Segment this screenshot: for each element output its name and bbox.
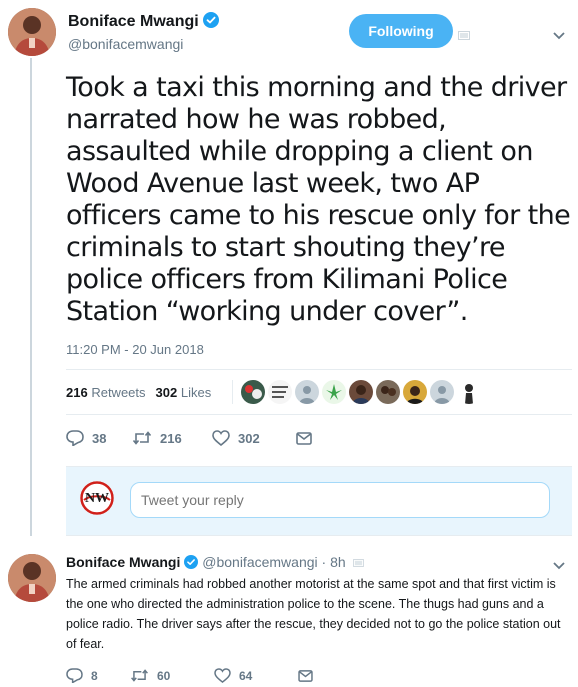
liker-avatar[interactable] [241, 380, 265, 404]
likes-stat[interactable]: 302 Likes [156, 385, 212, 400]
caret-icon [352, 554, 364, 570]
reply-author-avatar[interactable] [8, 554, 56, 602]
message-icon [296, 431, 312, 445]
retweet-icon [132, 431, 152, 445]
liker-avatar[interactable] [403, 380, 427, 404]
likes-count: 302 [155, 385, 178, 400]
chevron-down-icon[interactable] [552, 28, 566, 40]
liker-avatar[interactable] [322, 380, 346, 404]
divider [66, 414, 572, 415]
retweet-count: 60 [157, 668, 171, 683]
liker-avatar[interactable] [457, 380, 481, 404]
tweet-actions: 38 216 302 [66, 430, 312, 446]
reply-input[interactable] [130, 482, 550, 518]
retweets-count: 216 [66, 385, 88, 400]
reply-tweet-header: Boniface Mwangi @bonifacemwangi · 8h [66, 554, 364, 572]
divider [66, 369, 572, 370]
reply-composer: NW [66, 466, 572, 536]
retweets-label: Retweets [91, 385, 146, 400]
retweets-stat[interactable]: 216 Retweets [66, 385, 146, 400]
reply-tweet-time[interactable]: 8h [330, 554, 346, 570]
reply-count: 38 [92, 430, 107, 446]
caret-icon [458, 27, 470, 40]
reply-tweet-actions: 8 60 64 [66, 668, 313, 683]
reply-author-handle[interactable]: @bonifacemwangi [202, 554, 317, 570]
tweet-timestamp[interactable]: 11:20 PM - 20 Jun 2018 [66, 342, 204, 357]
tweet-text: Took a taxi this morning and the driver … [66, 72, 571, 327]
liker-avatar[interactable] [295, 380, 319, 404]
liker-avatars [241, 380, 481, 404]
following-button[interactable]: Following [349, 14, 453, 48]
author-name[interactable]: Boniface Mwangi [68, 12, 219, 33]
liker-avatar[interactable] [349, 380, 373, 404]
chevron-down-icon[interactable] [552, 558, 566, 570]
separator: · [321, 554, 327, 570]
author-handle[interactable]: @bonifacemwangi [68, 36, 183, 52]
reply-action[interactable]: 38 [66, 430, 132, 446]
reply-action[interactable]: 8 [66, 668, 130, 683]
verified-badge-icon [184, 555, 199, 572]
likes-label: Likes [180, 385, 212, 400]
reply-tweet-text: The armed criminals had robbed another m… [66, 577, 561, 651]
retweet-count: 216 [160, 430, 182, 446]
reply-icon [66, 668, 83, 683]
like-icon [214, 668, 231, 683]
liker-avatar[interactable] [268, 380, 292, 404]
reply-count: 8 [91, 668, 98, 683]
like-action[interactable]: 64 [214, 668, 298, 683]
direct-message-action[interactable] [298, 669, 313, 682]
like-count: 302 [238, 430, 260, 446]
like-action[interactable]: 302 [212, 430, 296, 446]
divider [232, 380, 233, 404]
like-count: 64 [239, 668, 253, 683]
thread-line [30, 58, 32, 536]
reply-author-name[interactable]: Boniface Mwangi [66, 554, 180, 570]
message-icon [298, 669, 313, 682]
liker-avatar[interactable] [376, 380, 400, 404]
svg-text:NW: NW [85, 491, 109, 506]
verified-badge-icon [202, 12, 219, 33]
retweet-icon [131, 669, 148, 682]
author-avatar[interactable] [8, 8, 56, 56]
retweet-action[interactable]: 60 [130, 669, 214, 683]
retweet-action[interactable]: 216 [132, 431, 212, 446]
direct-message-action[interactable] [296, 431, 312, 445]
liker-avatar[interactable] [430, 380, 454, 404]
reply-icon [66, 430, 84, 446]
tweet-stats: 216 Retweets 302 Likes [66, 385, 211, 400]
current-user-avatar: NW [80, 481, 114, 515]
author-name-text[interactable]: Boniface Mwangi [68, 13, 199, 30]
like-icon [212, 430, 230, 446]
